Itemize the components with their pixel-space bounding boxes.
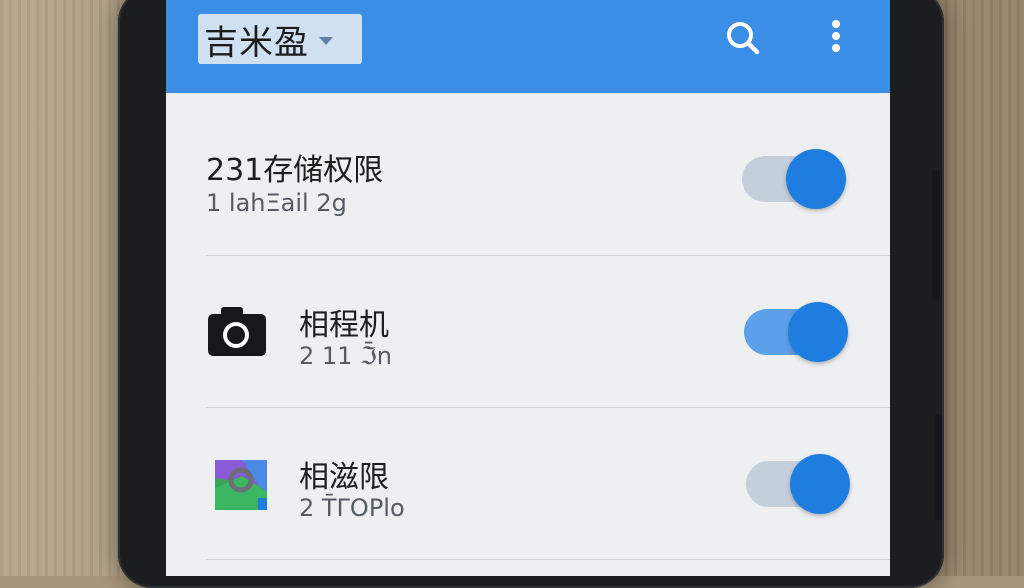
permission-title: 231存储权限 [206,153,384,188]
app-bar: 吉米盈 [166,0,890,93]
photos-icon [215,460,267,510]
volume-button [932,170,940,300]
camera-toggle[interactable] [744,302,848,362]
app-title: 吉米盈 [204,22,309,63]
permission-title: 相程机 [299,308,389,343]
divider [206,559,890,560]
permission-row-photos[interactable]: 相滋限 2 T̄ΓOPlo [166,408,890,560]
permission-row-camera[interactable]: 相程机 2 11 ℑ̄̄n [166,256,890,408]
camera-icon [208,307,266,356]
storage-toggle[interactable] [742,149,846,209]
permission-subtitle: 2 11 ℑ̄̄n [299,342,393,370]
chevron-down-icon [319,37,333,45]
permission-row-storage[interactable]: 231存储权限 1 lahΞail 2g [166,103,890,255]
power-button [934,415,942,520]
more-vert-icon[interactable] [816,18,856,58]
photos-toggle[interactable] [746,454,850,514]
toggle-thumb [790,454,850,514]
screen: 吉米盈 231存储权限 1 lahΞail 2g 相程机 2 11 ℑ̄̄n 相… [166,0,890,576]
permission-title: 相滋限 [299,460,389,495]
permission-subtitle: 2 T̄ΓOPlo [299,494,405,522]
permission-subtitle: 1 lahΞail 2g [206,189,347,217]
app-title-dropdown[interactable]: 吉米盈 [198,14,362,64]
toggle-thumb [786,149,846,209]
toggle-thumb [788,302,848,362]
search-icon[interactable] [723,18,763,58]
